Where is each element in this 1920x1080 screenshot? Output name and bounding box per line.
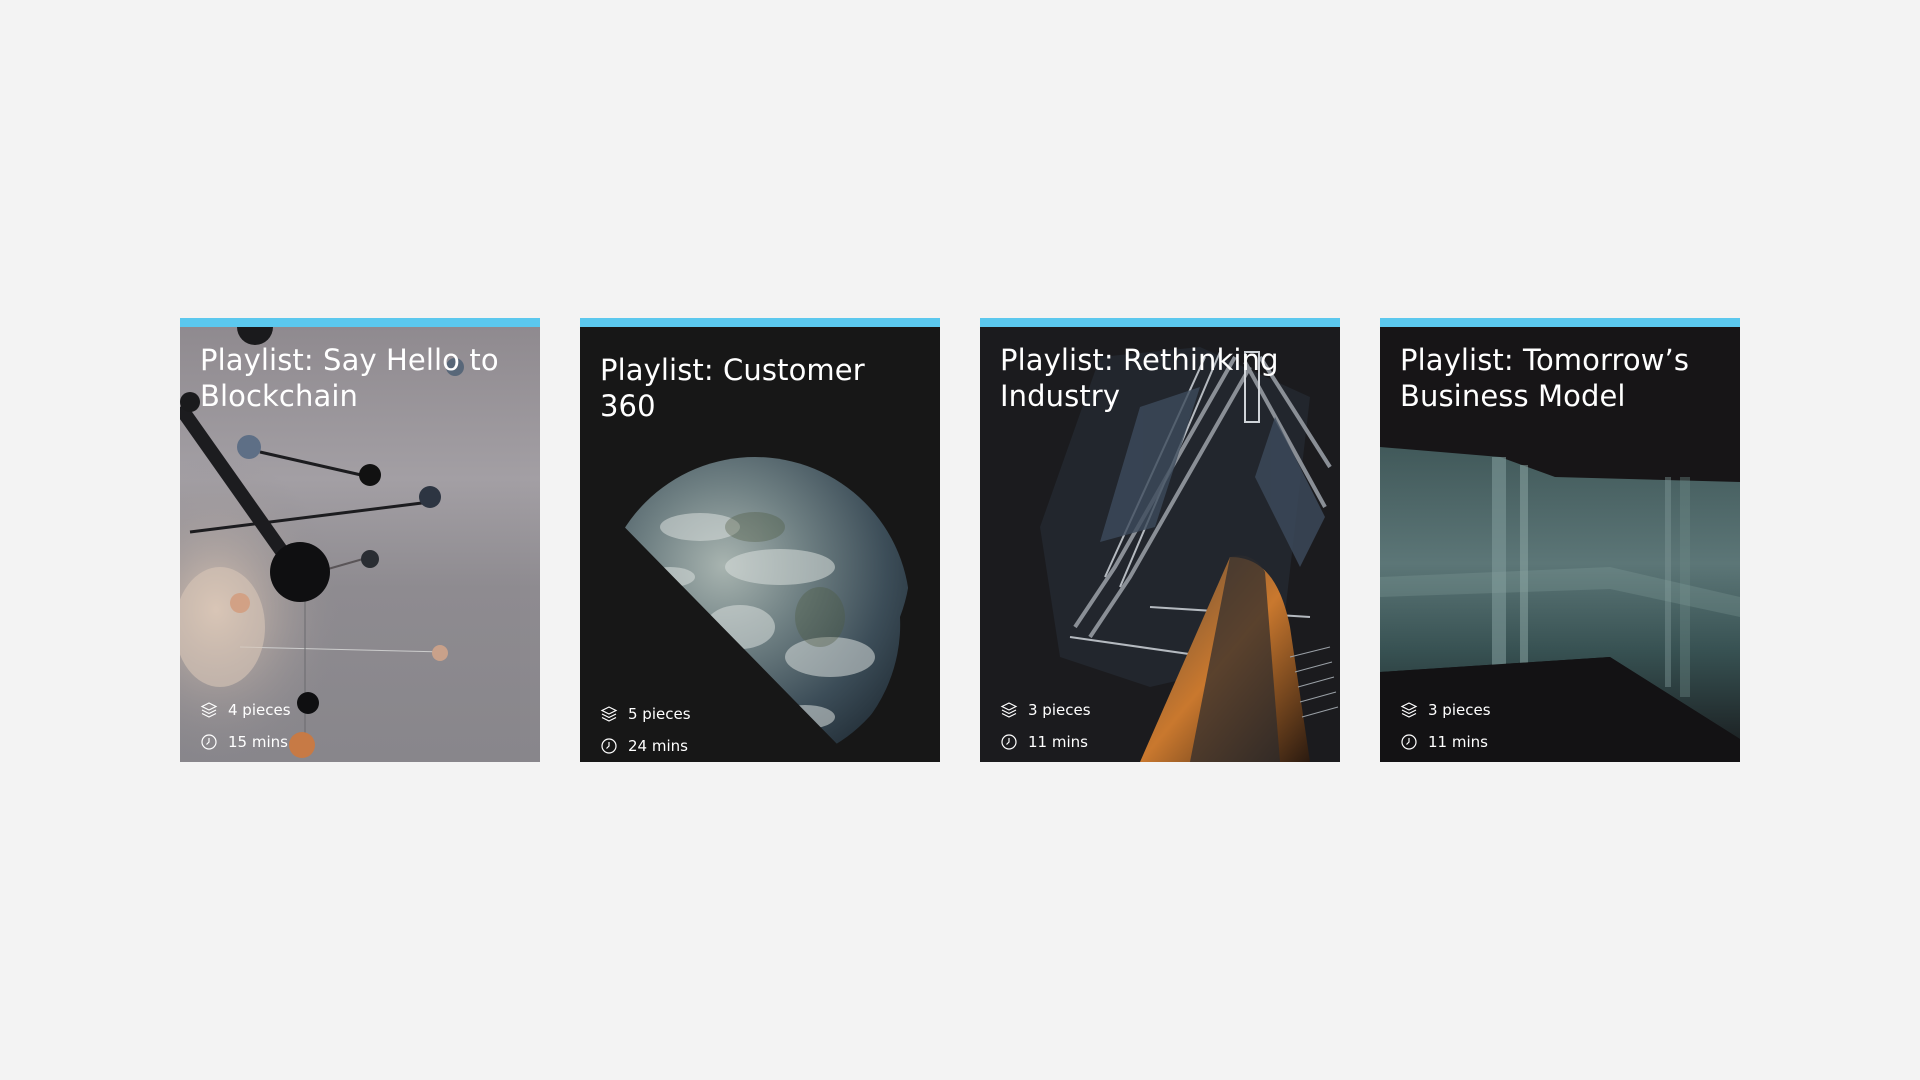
playlist-row: Playlist: Say Hello to Blockchain 4 piec…	[180, 318, 1740, 762]
playlist-card-business-model[interactable]: Playlist: Tomorrow’s Business Model 3 pi…	[1380, 318, 1740, 762]
card-meta: 4 pieces 15 mins	[200, 694, 291, 758]
pieces-count: 5 pieces	[628, 705, 691, 723]
duration: 11 mins	[1428, 733, 1488, 751]
layers-icon	[200, 701, 218, 719]
duration: 15 mins	[228, 733, 288, 751]
clock-icon	[600, 737, 618, 755]
layers-icon	[600, 705, 618, 723]
card-meta: 3 pieces 11 mins	[1000, 694, 1091, 758]
playlist-card-rethinking-industry[interactable]: Playlist: Rethinking Industry 3 pieces 1…	[980, 318, 1340, 762]
layers-icon	[1400, 701, 1418, 719]
playlist-card-customer-360[interactable]: Playlist: Customer 360 5 pieces 24 mins	[580, 318, 940, 762]
clock-icon	[200, 733, 218, 751]
pieces-count: 3 pieces	[1028, 701, 1091, 719]
card-title: Playlist: Tomorrow’s Business Model	[1400, 343, 1690, 413]
clock-icon	[1400, 733, 1418, 751]
pieces-count: 4 pieces	[228, 701, 291, 719]
pieces-count: 3 pieces	[1428, 701, 1491, 719]
layers-icon	[1000, 701, 1018, 719]
card-meta: 5 pieces 24 mins	[600, 698, 691, 762]
card-accent-bar	[980, 318, 1340, 327]
card-title: Playlist: Rethinking Industry	[1000, 343, 1279, 413]
duration: 11 mins	[1028, 733, 1088, 751]
card-accent-bar	[580, 318, 940, 327]
card-accent-bar	[180, 318, 540, 327]
clock-icon	[1000, 733, 1018, 751]
card-title: Playlist: Say Hello to Blockchain	[200, 343, 499, 413]
playlist-card-blockchain[interactable]: Playlist: Say Hello to Blockchain 4 piec…	[180, 318, 540, 762]
card-meta: 3 pieces 11 mins	[1400, 694, 1491, 758]
card-title: Playlist: Customer 360	[600, 353, 865, 423]
card-accent-bar	[1380, 318, 1740, 327]
duration: 24 mins	[628, 737, 688, 755]
